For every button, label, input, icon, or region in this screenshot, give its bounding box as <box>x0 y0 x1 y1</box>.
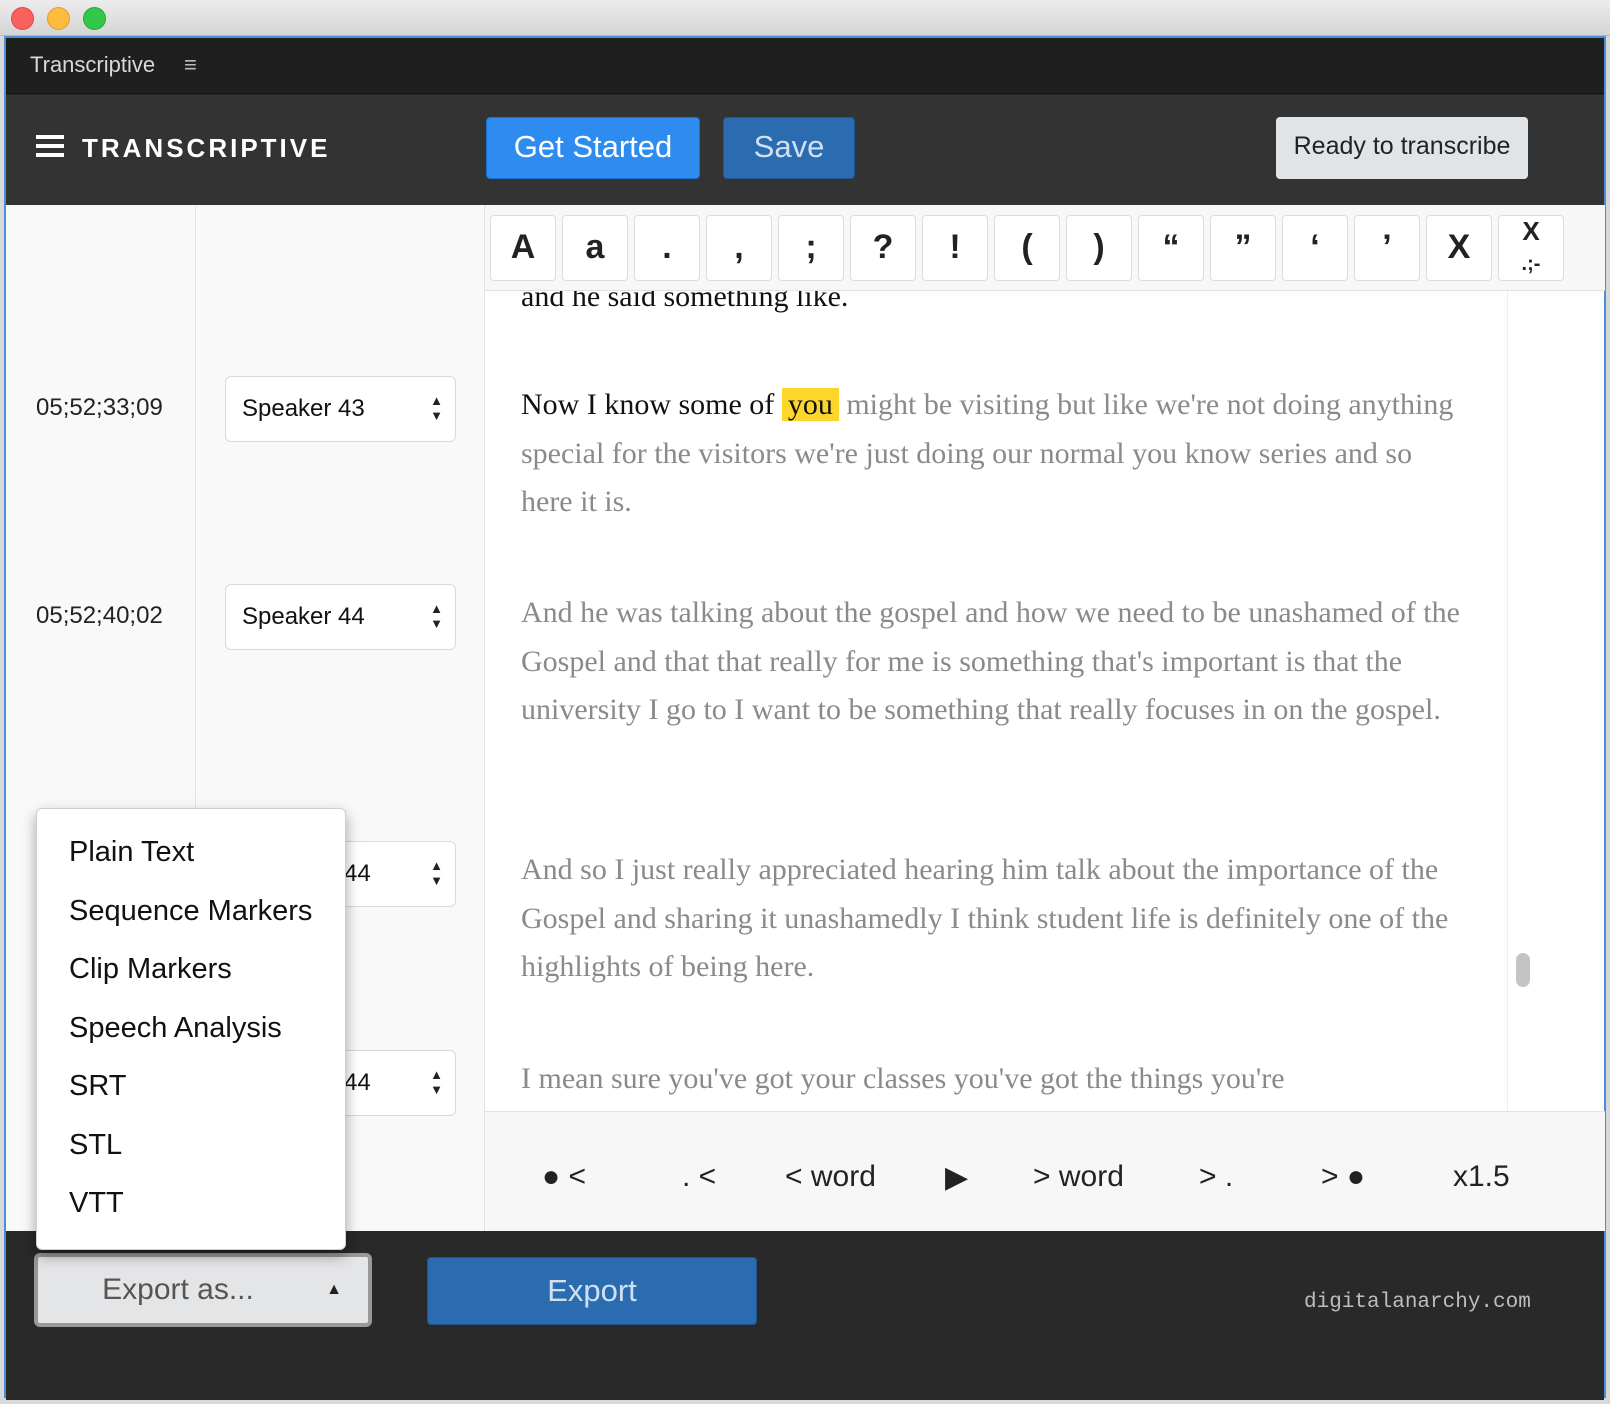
spoken-text: Now I know some of <box>521 388 775 421</box>
export-format-select[interactable]: Export as... ▲ <box>34 1253 372 1327</box>
play-icon[interactable]: ▶ <box>945 1160 968 1195</box>
close-window-button[interactable] <box>11 7 34 30</box>
open-double-quote-key[interactable]: “ <box>1138 215 1204 281</box>
minimize-window-button[interactable] <box>47 7 70 30</box>
panel-tab-bar: Transcriptive ≡ <box>6 38 1604 94</box>
period-key[interactable]: . <box>634 215 700 281</box>
hamburger-menu-icon[interactable] <box>36 135 64 157</box>
transcript-paragraph[interactable]: Now I know some of you might be visiting… <box>521 381 1471 527</box>
speaker-select-label: Speaker 44 <box>242 603 365 630</box>
select-arrows-icon: ▲ ▼ <box>430 858 443 888</box>
person-icon: ● <box>542 1160 561 1193</box>
remove-punctuation-key-label: X <box>1522 216 1540 246</box>
question-mark-key[interactable]: ? <box>850 215 916 281</box>
transcript-paragraph[interactable]: And he was talking about the gospel and … <box>521 589 1471 735</box>
next-speaker-label: > <box>1321 1160 1339 1193</box>
menu-item-vtt[interactable]: VTT <box>37 1172 345 1231</box>
panel-title: Transcriptive <box>30 52 156 77</box>
previous-word-button[interactable]: < word <box>785 1160 876 1194</box>
punctuation-icon: .;- <box>1521 253 1541 275</box>
select-arrows-icon: ▲ ▼ <box>430 393 443 423</box>
save-button[interactable]: Save <box>723 117 855 179</box>
speaker-select-label: 44 <box>344 1069 371 1096</box>
previous-speaker-label: < <box>568 1160 586 1193</box>
exclamation-key[interactable]: ! <box>922 215 988 281</box>
transcript-paragraph[interactable]: And so I just really appreciated hearing… <box>521 846 1471 992</box>
speaker-select[interactable]: Speaker 43 ▲ ▼ <box>225 376 456 442</box>
menu-item-stl[interactable]: STL <box>37 1114 345 1173</box>
previous-sentence-button[interactable]: . < <box>682 1160 716 1194</box>
scrollbar-thumb[interactable] <box>1516 953 1530 987</box>
timecode[interactable]: 05;52;33;09 <box>36 394 163 422</box>
open-single-quote-key[interactable]: ‘ <box>1282 215 1348 281</box>
open-paren-key[interactable]: ( <box>994 215 1060 281</box>
select-arrows-icon: ▲ ▼ <box>430 601 443 631</box>
caret-up-icon: ▲ <box>326 1281 342 1298</box>
app-footer: Export as... ▲ Export digitalanarchy.com <box>6 1231 1604 1400</box>
current-word-highlight[interactable]: you <box>781 388 839 421</box>
export-format-menu: Plain Text Sequence Markers Clip Markers… <box>36 808 346 1250</box>
scrollbar-track[interactable] <box>1507 291 1543 1111</box>
brand-title: TRANSCRIPTIVE <box>82 133 331 163</box>
panel-menu-icon[interactable]: ≡ <box>184 52 197 78</box>
next-speaker-button[interactable]: > ● <box>1321 1160 1365 1194</box>
menu-item-speech-analysis[interactable]: Speech Analysis <box>37 997 345 1056</box>
lowercase-key[interactable]: a <box>562 215 628 281</box>
window-titlebar <box>0 0 1610 36</box>
punctuation-toolbar: A a . , ; ? ! ( ) “ ” ‘ ’ X X .;- <box>485 205 1605 291</box>
app-header: TRANSCRIPTIVE Get Started Save Ready to … <box>6 95 1604 205</box>
playback-speed-button[interactable]: x1.5 <box>1453 1160 1510 1194</box>
next-word-button[interactable]: > word <box>1033 1160 1124 1194</box>
close-double-quote-key[interactable]: ” <box>1210 215 1276 281</box>
status-button[interactable]: Ready to transcribe <box>1276 117 1528 179</box>
menu-item-srt[interactable]: SRT <box>37 1055 345 1114</box>
export-format-label: Export as... <box>102 1273 254 1306</box>
transcript-panel: A a . , ; ? ! ( ) “ ” ‘ ’ X X .;- and he … <box>484 205 1605 1231</box>
get-started-button[interactable]: Get Started <box>486 117 700 179</box>
semicolon-key[interactable]: ; <box>778 215 844 281</box>
close-paren-key[interactable]: ) <box>1066 215 1132 281</box>
delete-word-key[interactable]: X <box>1426 215 1492 281</box>
transport-controls: ● < . < < word ▶ > word > . > ● x1.5 <box>485 1111 1605 1231</box>
person-icon: ● <box>1346 1160 1365 1193</box>
next-sentence-button[interactable]: > . <box>1199 1160 1233 1194</box>
capitalize-key[interactable]: A <box>490 215 556 281</box>
timecode[interactable]: 05;52;40;02 <box>36 602 163 630</box>
close-single-quote-key[interactable]: ’ <box>1354 215 1420 281</box>
comma-key[interactable]: , <box>706 215 772 281</box>
transcript-line-clipped[interactable]: and he said something like. <box>521 291 1471 322</box>
menu-item-clip-markers[interactable]: Clip Markers <box>37 938 345 997</box>
previous-speaker-button[interactable]: ● < <box>542 1160 586 1194</box>
transcript-paragraph[interactable]: I mean sure you've got your classes you'… <box>521 1055 1471 1104</box>
export-button[interactable]: Export <box>427 1257 757 1325</box>
zoom-window-button[interactable] <box>83 7 106 30</box>
menu-item-plain-text[interactable]: Plain Text <box>37 821 345 880</box>
transcript-text[interactable]: and he said something like. Now I know s… <box>485 291 1505 1111</box>
speaker-select-label: Speaker 43 <box>242 395 365 422</box>
speaker-select[interactable]: Speaker 44 ▲ ▼ <box>225 584 456 650</box>
select-arrows-icon: ▲ ▼ <box>430 1067 443 1097</box>
speaker-select-label: 44 <box>344 860 371 887</box>
remove-punctuation-key[interactable]: X .;- <box>1498 215 1564 281</box>
menu-item-sequence-markers[interactable]: Sequence Markers <box>37 880 345 939</box>
website-link[interactable]: digitalanarchy.com <box>1304 1291 1531 1314</box>
